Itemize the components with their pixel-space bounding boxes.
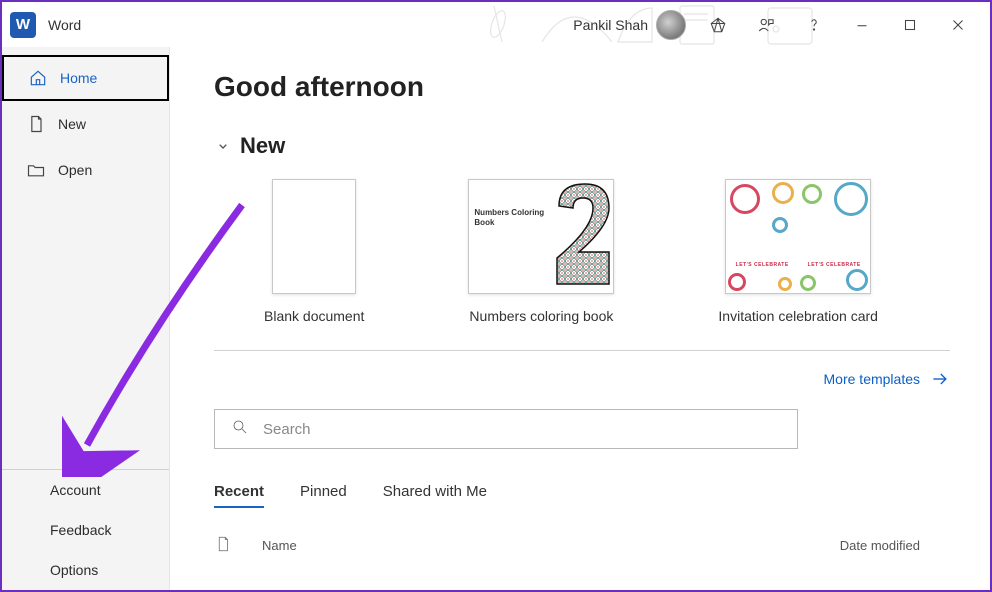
chevron-down-icon (214, 137, 232, 155)
template-label: Numbers coloring book (469, 308, 613, 324)
sidebar-item-label: New (58, 116, 86, 132)
tab-recent[interactable]: Recent (214, 483, 264, 508)
maximize-icon[interactable] (886, 5, 934, 45)
page-title: Good afternoon (214, 71, 950, 103)
minimize-icon[interactable] (838, 5, 886, 45)
recent-tabs: Recent Pinned Shared with Me (214, 483, 950, 508)
sidebar-item-options[interactable]: Options (2, 550, 169, 590)
column-date[interactable]: Date modified (840, 538, 920, 553)
template-invitation[interactable]: LET'S CELEBRATE LET'S CELEBRATE Invitati… (718, 179, 878, 324)
close-icon[interactable] (934, 5, 982, 45)
section-title: New (240, 133, 285, 159)
template-blank[interactable]: Blank document (264, 179, 364, 324)
template-thumb: LET'S CELEBRATE LET'S CELEBRATE (725, 179, 871, 294)
sidebar-item-new[interactable]: New (2, 101, 169, 147)
sidebar-item-label: Home (60, 70, 97, 86)
avatar[interactable] (656, 10, 686, 40)
main-content: Good afternoon New Blank document Number… (170, 47, 990, 590)
sidebar-item-label: Open (58, 162, 92, 178)
home-icon (28, 68, 48, 88)
templates-row: Blank document Numbers Coloring Book (264, 179, 950, 324)
user-area[interactable]: Pankil Shah (573, 10, 686, 40)
sidebar: Home New Open Account Feedback Options (2, 47, 170, 590)
sidebar-item-account[interactable]: Account (2, 470, 169, 510)
template-numbers-coloring[interactable]: Numbers Coloring Book Numbers coloring b… (468, 179, 614, 324)
template-thumb: Numbers Coloring Book (468, 179, 614, 294)
help-icon[interactable] (790, 5, 838, 45)
search-icon (231, 418, 249, 441)
premium-icon[interactable] (694, 5, 742, 45)
new-doc-icon (26, 114, 46, 134)
tab-shared[interactable]: Shared with Me (383, 483, 487, 508)
sidebar-item-label: Options (50, 562, 98, 578)
sidebar-item-open[interactable]: Open (2, 147, 169, 193)
list-header: Name Date modified (214, 534, 950, 557)
template-thumb (272, 179, 356, 294)
title-bar: W Word Pankil Shah (2, 2, 990, 47)
tab-pinned[interactable]: Pinned (300, 483, 347, 508)
document-icon (214, 534, 232, 557)
sidebar-item-label: Feedback (50, 522, 111, 538)
user-name: Pankil Shah (573, 17, 648, 33)
section-new-header[interactable]: New (214, 133, 950, 159)
app-title: Word (48, 17, 81, 33)
sidebar-item-label: Account (50, 482, 101, 498)
template-label: Blank document (264, 308, 364, 324)
feedback-icon[interactable] (742, 5, 790, 45)
search-box[interactable] (214, 409, 798, 449)
sidebar-item-home[interactable]: Home (2, 55, 169, 101)
column-name[interactable]: Name (262, 538, 297, 553)
more-templates-link[interactable]: More templates (824, 369, 950, 389)
word-app-icon: W (10, 12, 36, 38)
search-input[interactable] (263, 421, 781, 438)
folder-icon (26, 160, 46, 180)
sidebar-item-feedback[interactable]: Feedback (2, 510, 169, 550)
template-label: Invitation celebration card (718, 308, 878, 324)
